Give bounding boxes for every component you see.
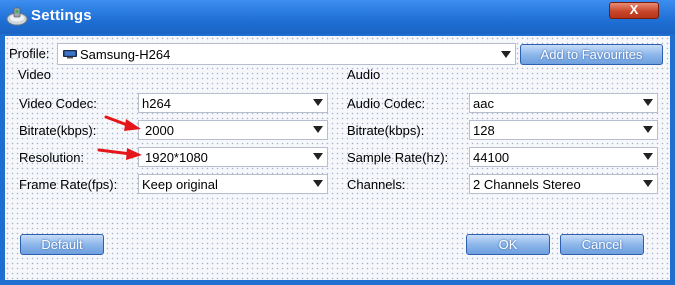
chevron-down-icon[interactable] <box>309 94 327 112</box>
close-button[interactable]: X <box>609 2 659 19</box>
resolution-value: 1920*1080 <box>145 150 208 165</box>
profile-label: Profile: <box>9 46 50 61</box>
chevron-down-icon[interactable] <box>639 121 657 139</box>
title-bar[interactable]: Settings X <box>0 0 675 34</box>
video-codec-label: Video Codec: <box>19 96 97 111</box>
settings-panel: Profile: Samsung-H264 Add to Favourites … <box>5 36 670 280</box>
channels-select[interactable]: 2 Channels Stereo <box>469 174 658 194</box>
video-section-heading: Video <box>18 67 52 82</box>
window-title: Settings <box>31 7 92 24</box>
audio-codec-label: Audio Codec: <box>347 96 426 111</box>
settings-app-icon <box>6 7 28 26</box>
video-bitrate-select[interactable]: 2000 <box>138 120 328 140</box>
frame-rate-select[interactable]: Keep original <box>138 174 328 194</box>
chevron-down-icon[interactable] <box>639 94 657 112</box>
default-button[interactable]: Default <box>20 234 104 255</box>
frame-rate-label: Frame Rate(fps): <box>19 177 118 192</box>
sample-rate-value: 44100 <box>473 150 510 165</box>
video-bitrate-value: 2000 <box>145 123 174 138</box>
audio-bitrate-select[interactable]: 128 <box>469 120 658 140</box>
chevron-down-icon[interactable] <box>309 148 327 166</box>
frame-rate-value: Keep original <box>142 177 218 192</box>
channels-label: Channels: <box>347 177 406 192</box>
add-to-favourites-button[interactable]: Add to Favourites <box>520 44 663 65</box>
ok-button[interactable]: OK <box>466 234 550 255</box>
chevron-down-icon[interactable] <box>309 175 327 193</box>
resolution-select[interactable]: 1920*1080 <box>138 147 328 167</box>
chevron-down-icon[interactable] <box>309 121 327 139</box>
resolution-label: Resolution: <box>19 150 85 165</box>
close-icon: X <box>629 2 639 17</box>
channels-value: 2 Channels Stereo <box>473 177 581 192</box>
audio-bitrate-value: 128 <box>473 123 495 138</box>
chevron-down-icon[interactable] <box>497 44 515 64</box>
red-arrow-icon <box>97 148 142 160</box>
tv-icon <box>63 50 77 59</box>
audio-section-heading: Audio <box>347 67 381 82</box>
audio-codec-value: aac <box>473 96 494 111</box>
chevron-down-icon[interactable] <box>639 148 657 166</box>
video-codec-select[interactable]: h264 <box>138 93 328 113</box>
profile-value: Samsung-H264 <box>80 47 171 62</box>
chevron-down-icon[interactable] <box>639 175 657 193</box>
audio-codec-select[interactable]: aac <box>469 93 658 113</box>
sample-rate-label: Sample Rate(hz): <box>347 150 449 165</box>
settings-window: Settings X Profile: Samsung-H264 Add to … <box>0 0 675 285</box>
cancel-button[interactable]: Cancel <box>560 234 644 255</box>
sample-rate-select[interactable]: 44100 <box>469 147 658 167</box>
red-arrow-icon <box>104 115 141 131</box>
audio-bitrate-label: Bitrate(kbps): <box>347 123 425 138</box>
profile-select[interactable]: Samsung-H264 <box>57 43 516 65</box>
video-bitrate-label: Bitrate(kbps): <box>19 123 97 138</box>
video-codec-value: h264 <box>142 96 171 111</box>
